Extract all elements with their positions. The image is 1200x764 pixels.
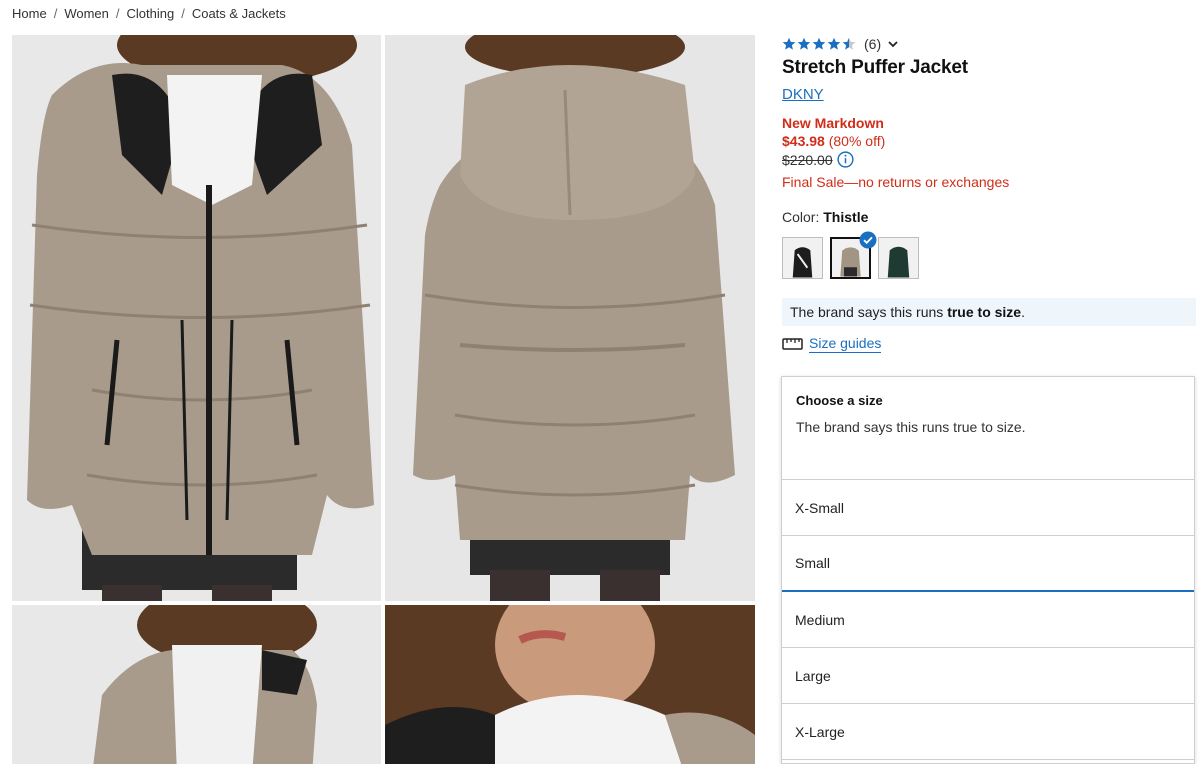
fit-note-text: The brand says this runs [790, 304, 944, 320]
product-image-back[interactable] [385, 35, 755, 601]
star-half-icon [842, 37, 856, 50]
breadcrumb-women[interactable]: Women [64, 6, 109, 21]
review-count[interactable]: (6) [864, 36, 881, 52]
color-swatches [782, 231, 1196, 279]
color-selection-label: Color: Thistle [782, 209, 1196, 225]
product-info: (6) Stretch Puffer Jacket DKNY New Markd… [782, 34, 1196, 353]
color-label: Color: [782, 209, 820, 225]
discount-percent: (80% off) [828, 133, 886, 149]
sale-price: $43.98 [782, 133, 825, 149]
sale-price-row: $43.98 (80% off) [782, 133, 1196, 149]
size-option-medium[interactable]: Medium [782, 592, 1194, 648]
size-panel-header: Choose a size The brand says this runs t… [782, 377, 1194, 480]
fit-note-suffix: . [1021, 304, 1025, 320]
product-title: Stretch Puffer Jacket [782, 57, 968, 78]
breadcrumb-separator: / [53, 6, 58, 21]
product-image-gallery [12, 35, 755, 764]
size-option-x-large[interactable]: X-Large [782, 704, 1194, 760]
size-guides-label[interactable]: Size guides [809, 335, 882, 353]
fit-note-bold: true to size [947, 304, 1022, 320]
selected-color-name: Thistle [823, 209, 869, 225]
size-option-large[interactable]: Large [782, 648, 1194, 704]
swatch-thistle[interactable] [830, 231, 877, 279]
info-icon[interactable] [837, 151, 854, 168]
original-price: $220.00 [782, 151, 833, 168]
breadcrumb-clothing[interactable]: Clothing [127, 6, 175, 21]
size-guides-link[interactable]: Size guides [782, 335, 1196, 353]
breadcrumb-separator: / [115, 6, 120, 21]
final-sale-notice: Final Sale—no returns or exchanges [782, 174, 1010, 190]
product-image-detail-1[interactable] [12, 605, 381, 764]
size-option-small[interactable]: Small [782, 536, 1194, 592]
star-icon [827, 37, 841, 50]
swatch-dark-green[interactable] [878, 237, 919, 279]
fit-note-banner: The brand says this runs true to size. [782, 298, 1196, 326]
size-dropdown-panel: Choose a size The brand says this runs t… [781, 376, 1195, 764]
size-option-x-small[interactable]: X-Small [782, 480, 1194, 536]
swatch-black[interactable] [782, 237, 823, 279]
star-icon [812, 37, 826, 50]
size-panel-description: The brand says this runs true to size. [796, 419, 1026, 435]
markdown-label: New Markdown [782, 115, 884, 131]
original-price-row: $220.00 [782, 151, 1196, 168]
star-rating [782, 37, 856, 51]
ruler-icon [782, 338, 803, 350]
breadcrumb-separator: / [181, 6, 185, 21]
breadcrumb: Home / Women / Clothing / Coats & Jacket… [12, 6, 286, 21]
rating-summary[interactable]: (6) [782, 34, 1196, 54]
size-panel-heading: Choose a size [796, 393, 883, 408]
chevron-down-icon[interactable] [887, 38, 899, 50]
selected-check-icon [859, 231, 877, 249]
product-image-front[interactable] [12, 35, 381, 601]
star-icon [797, 37, 811, 50]
breadcrumb-coats-jackets[interactable]: Coats & Jackets [192, 6, 286, 21]
star-icon [782, 37, 796, 50]
product-image-detail-2[interactable] [385, 605, 755, 764]
breadcrumb-home[interactable]: Home [12, 6, 47, 21]
brand-link[interactable]: DKNY [782, 86, 824, 103]
